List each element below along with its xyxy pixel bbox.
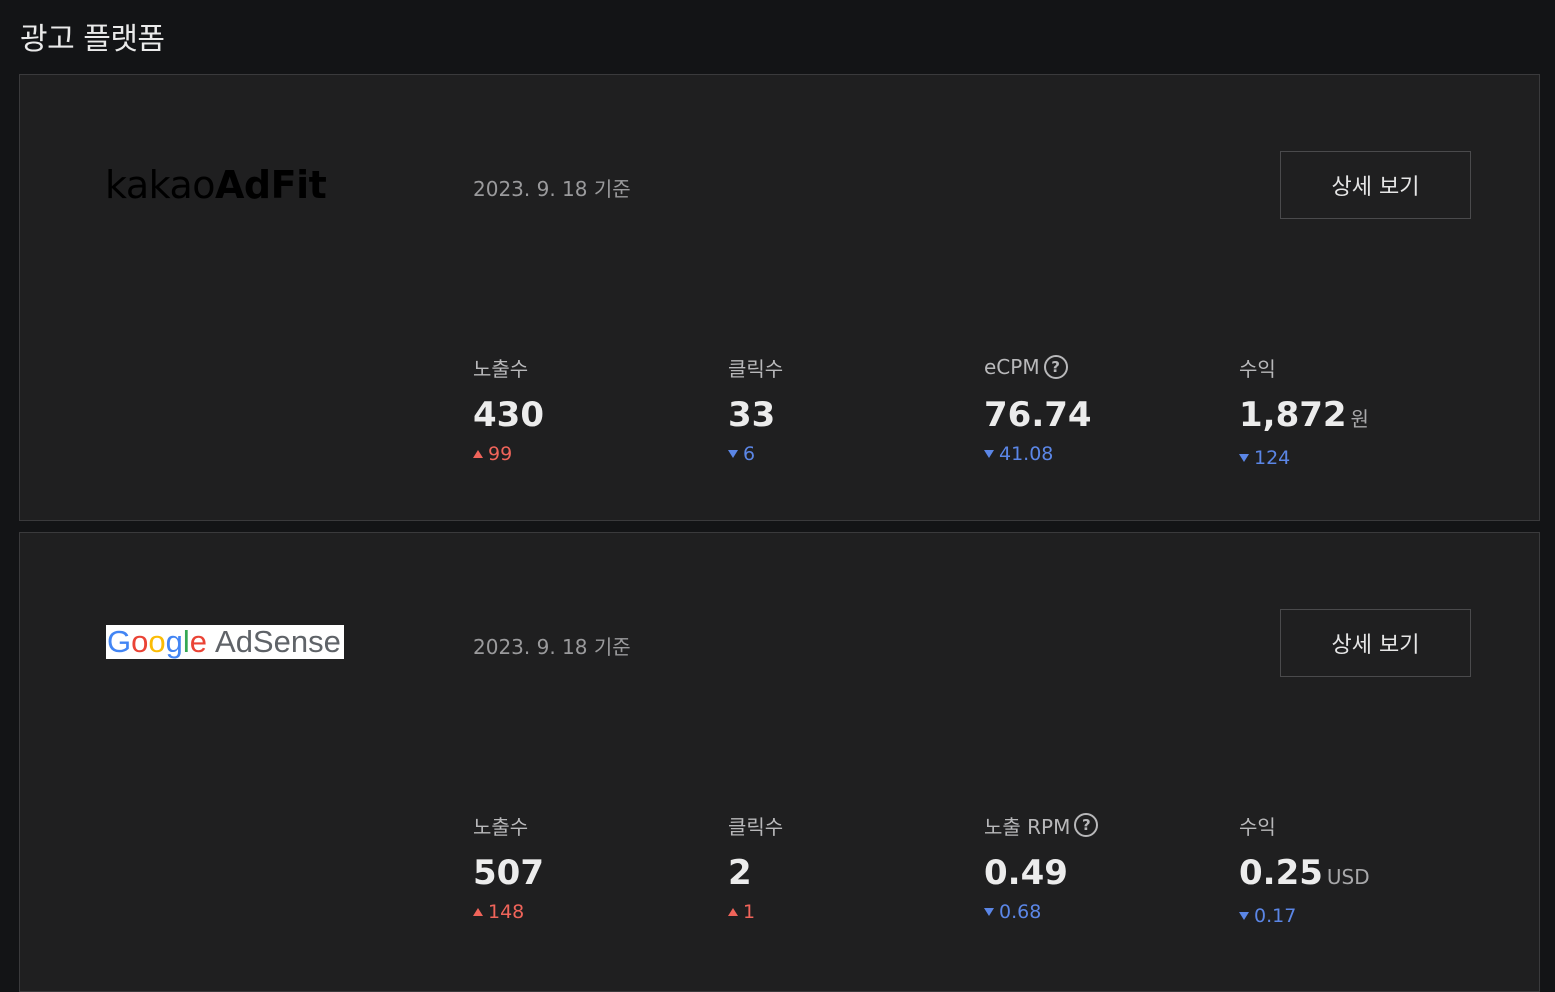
metric-label: eCPM ? xyxy=(984,353,1224,381)
metric-value: 507 xyxy=(473,853,544,893)
metric-value: 0.25 USD xyxy=(1239,853,1370,893)
platform-card-google-adsense: Go o g l e AdSense 2023. 9. 18 기준 상세 보기 노출수 5… xyxy=(19,532,1540,992)
metric-value: 0.49 xyxy=(984,853,1068,893)
metric-impressions: 노출수 430 99 xyxy=(473,353,713,465)
metric-label: 노출 RPM ? xyxy=(984,811,1224,839)
metric-value: 33 xyxy=(728,395,776,435)
triangle-up-icon xyxy=(473,450,483,458)
question-icon[interactable]: ? xyxy=(1074,813,1099,837)
logo-text-kakao: kakao xyxy=(105,163,216,207)
triangle-down-icon xyxy=(1239,454,1249,462)
metric-delta: 1 xyxy=(728,901,968,923)
metric-delta: 99 xyxy=(473,443,713,465)
google-adsense-logo: Go o g l e AdSense xyxy=(106,624,344,659)
metric-label: 노출수 xyxy=(473,814,529,839)
metric-clicks: 클릭수 2 1 xyxy=(728,811,968,923)
metric-label: 클릭수 xyxy=(728,814,784,839)
detail-view-button[interactable]: 상세 보기 xyxy=(1280,609,1471,677)
metric-delta: 0.17 xyxy=(1239,905,1479,927)
metric-clicks: 클릭수 33 6 xyxy=(728,353,968,465)
metric-ecpm: eCPM ? 76.74 41.08 xyxy=(984,353,1224,465)
triangle-up-icon xyxy=(728,908,738,916)
report-date: 2023. 9. 18 기준 xyxy=(473,177,631,201)
triangle-down-icon xyxy=(1239,912,1249,920)
triangle-up-icon xyxy=(473,908,483,916)
triangle-down-icon xyxy=(728,450,738,458)
metric-label: 수익 xyxy=(1239,814,1276,839)
triangle-down-icon xyxy=(984,908,994,916)
metric-delta: 148 xyxy=(473,901,713,923)
metric-revenue: 수익 1,872 원 124 xyxy=(1239,353,1479,469)
metric-label: 수익 xyxy=(1239,356,1276,381)
metric-value: 1,872 원 xyxy=(1239,395,1369,435)
metric-delta: 0.68 xyxy=(984,901,1224,923)
report-date: 2023. 9. 18 기준 xyxy=(473,635,631,659)
metric-label: 노출수 xyxy=(473,356,529,381)
triangle-down-icon xyxy=(984,450,994,458)
metric-value: 430 xyxy=(473,395,544,435)
metric-delta: 41.08 xyxy=(984,443,1224,465)
currency-unit: USD xyxy=(1326,865,1370,889)
metric-value: 76.74 xyxy=(984,395,1092,435)
platform-card-kakao-adfit: kakaoAdFit 2023. 9. 18 기준 상세 보기 노출수 430 … xyxy=(19,74,1540,521)
question-icon[interactable]: ? xyxy=(1043,355,1068,379)
metric-impression-rpm: 노출 RPM ? 0.49 0.68 xyxy=(984,811,1224,923)
metric-impressions: 노출수 507 148 xyxy=(473,811,713,923)
currency-unit: 원 xyxy=(1350,407,1369,431)
metric-delta: 124 xyxy=(1239,447,1479,469)
logo-text-adfit: AdFit xyxy=(215,163,327,207)
kakao-adfit-logo: kakaoAdFit xyxy=(105,163,327,207)
metric-delta: 6 xyxy=(728,443,968,465)
detail-view-button[interactable]: 상세 보기 xyxy=(1280,151,1471,219)
page-title: 광고 플랫폼 xyxy=(20,22,165,57)
metric-revenue: 수익 0.25 USD 0.17 xyxy=(1239,811,1479,927)
metric-value: 2 xyxy=(728,853,752,893)
metric-label: 클릭수 xyxy=(728,356,784,381)
